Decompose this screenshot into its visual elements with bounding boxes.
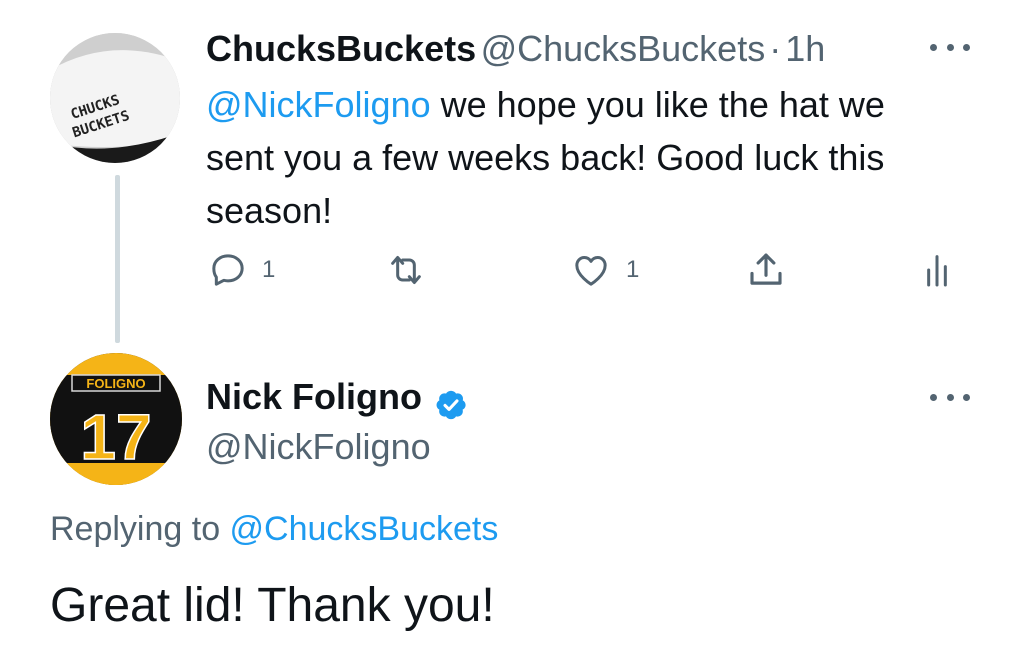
nickfoligno-avatar[interactable]: FOLIGNO 17	[50, 353, 182, 485]
tweet1-header: ChucksBuckets @ChucksBuckets · 1h	[206, 28, 825, 70]
tweet1-text: @NickFoligno we hope you like the hat we…	[206, 78, 996, 237]
tweet1-timestamp[interactable]: 1h	[785, 28, 825, 69]
tweet1-handle[interactable]: @ChucksBuckets	[481, 28, 766, 69]
tweet2-header: Nick Foligno	[206, 376, 468, 422]
replying-to-line: Replying to @ChucksBuckets	[50, 510, 498, 549]
share-button[interactable]	[745, 248, 787, 292]
avatar-jersey-name: FOLIGNO	[86, 376, 145, 391]
tweet1-text-line2: sent you a few weeks back! Good luck thi…	[206, 137, 885, 178]
thread-connector-line	[115, 175, 120, 343]
share-icon	[750, 253, 782, 285]
like-icon	[575, 256, 607, 286]
chucksbuckets-avatar[interactable]: CHUCKS BUCKETS	[50, 33, 180, 163]
tweet2-display-name[interactable]: Nick Foligno	[206, 376, 422, 417]
replying-prefix: Replying to	[50, 510, 230, 548]
tweet1-more-icon[interactable]	[930, 42, 970, 52]
reply-button[interactable]: 1	[208, 250, 275, 290]
tweet2-handle[interactable]: @NickFoligno	[206, 426, 431, 468]
analytics-button[interactable]	[922, 250, 952, 290]
retweet-icon	[391, 256, 421, 284]
tweet2-more-icon[interactable]	[930, 392, 970, 402]
like-count: 1	[626, 256, 640, 283]
reply-icon	[212, 254, 244, 286]
tweet2-text: Great lid! Thank you!	[50, 579, 495, 632]
analytics-icon	[927, 255, 947, 287]
tweet1-text-line3: season!	[206, 190, 333, 231]
avatar-jersey-number: 17	[80, 401, 151, 473]
tweet1-separator: ·	[769, 28, 782, 69]
like-button[interactable]: 1	[570, 250, 639, 290]
tweet1-mention[interactable]: @NickFoligno	[206, 84, 431, 125]
replying-to-handle[interactable]: @ChucksBuckets	[230, 510, 499, 548]
verified-badge-icon	[437, 390, 467, 419]
reply-count: 1	[262, 256, 276, 283]
retweet-button[interactable]	[384, 250, 442, 290]
tweet1-display-name[interactable]: ChucksBuckets	[206, 28, 476, 69]
tweet1-text-line1: we hope you like the hat we	[430, 84, 885, 125]
